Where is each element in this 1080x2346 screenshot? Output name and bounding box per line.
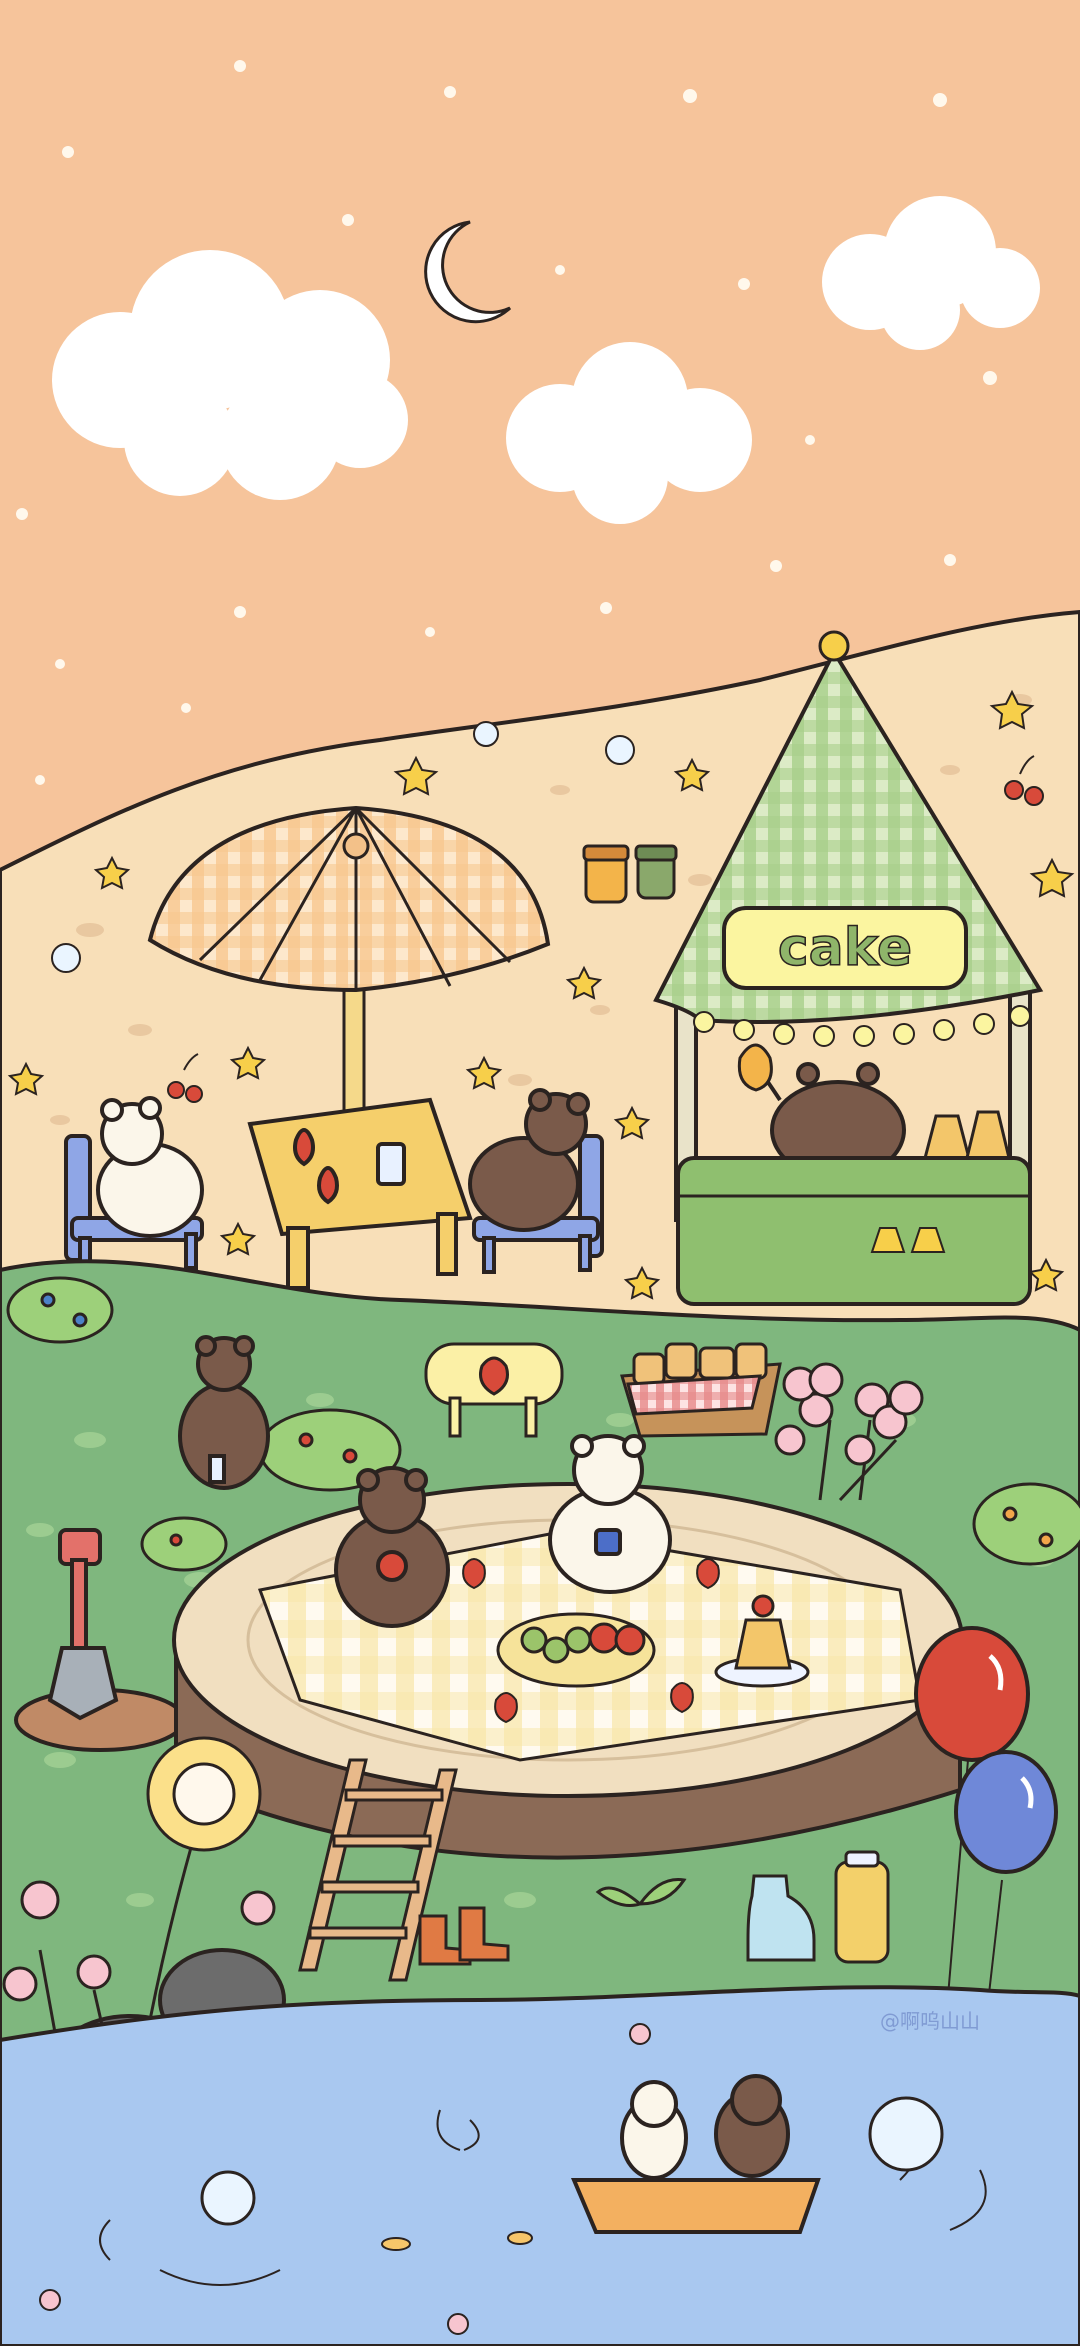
wallpaper-scene: cake @啊呜山山 (0, 0, 1080, 2346)
stall-counter (676, 1156, 1032, 1306)
jam-jar (634, 844, 678, 900)
bottle-yellow (834, 1850, 890, 1964)
bush-left (6, 1276, 114, 1344)
bush-small (140, 1516, 228, 1572)
watermark: @啊呜山山 (880, 2009, 980, 2033)
bread-basket (620, 1342, 782, 1438)
honey-jar (582, 844, 630, 904)
cake-sign-text: cake (778, 918, 912, 978)
illustration: cake @啊呜山山 (0, 0, 1080, 2346)
bush-right (972, 1482, 1080, 1566)
honey-pot (737, 1043, 773, 1092)
fruit-basket (496, 1612, 656, 1688)
